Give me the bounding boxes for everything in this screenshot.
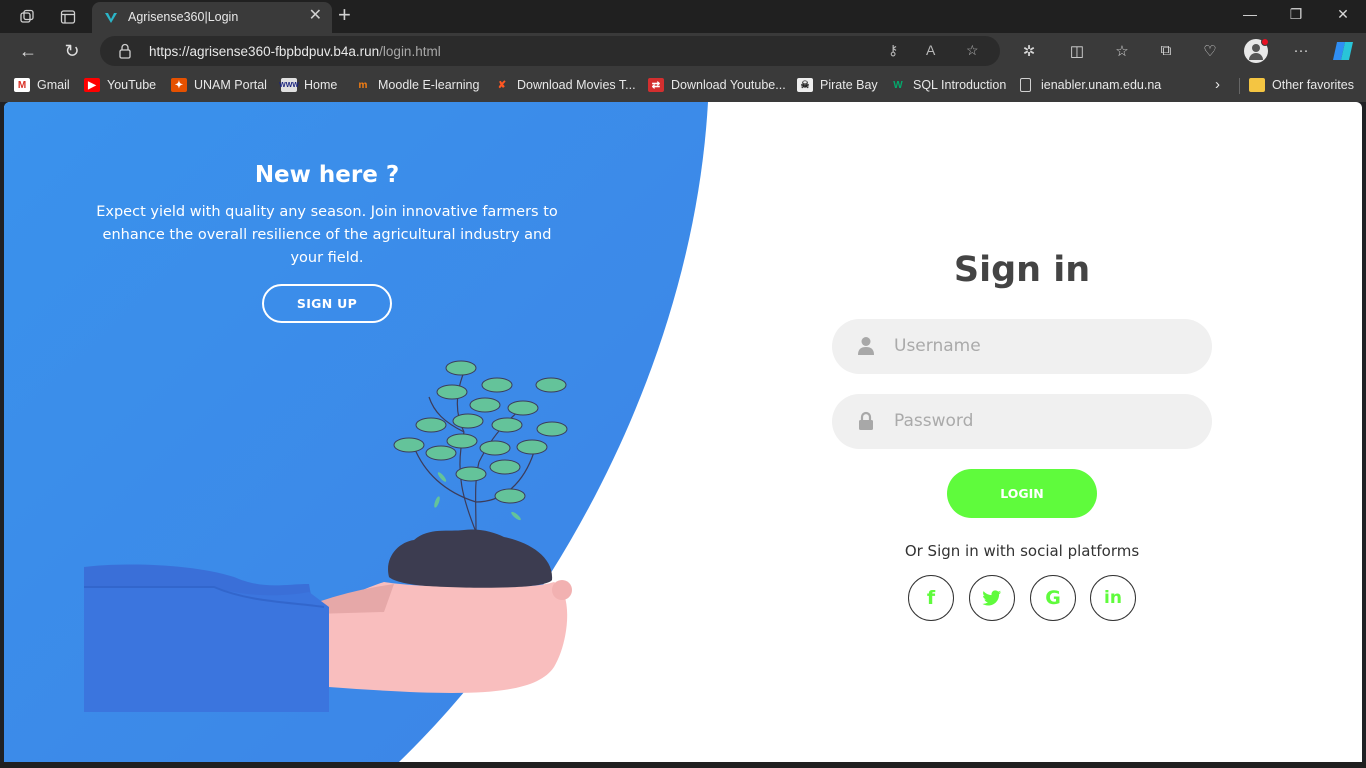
username-placeholder: Username: [894, 336, 981, 356]
new-here-title: New here ?: [254, 162, 400, 188]
site-favicon-icon: [105, 13, 117, 23]
bookmark-download-movies[interactable]: ✘ Download Movies T...: [494, 78, 636, 92]
bookmark-moodle[interactable]: m Moodle E-learning: [355, 78, 480, 92]
plant-in-hands-illustration: [84, 360, 572, 712]
new-here-panel: New here ? Expect yield with quality any…: [84, 162, 570, 323]
refresh-icon[interactable]: ↻: [61, 40, 83, 62]
sign-up-button[interactable]: SIGN UP: [262, 284, 392, 323]
bookmark-sql-introduction[interactable]: W SQL Introduction: [890, 78, 1006, 92]
bookmark-label: SQL Introduction: [913, 78, 1007, 92]
browser-titlebar: Agrisense360|Login ✕ + — ❐ ✕: [0, 0, 1366, 33]
lock-icon: [859, 411, 873, 430]
bookmark-label: Pirate Bay: [820, 78, 878, 92]
youtube-icon: ▶: [84, 78, 100, 92]
tab-title: Agrisense360|Login: [128, 10, 239, 24]
close-window-icon[interactable]: ✕: [1320, 6, 1366, 23]
copilot-icon[interactable]: [1331, 40, 1355, 62]
minimize-icon[interactable]: —: [1227, 6, 1273, 22]
user-icon: [858, 337, 874, 355]
bookmark-other-favorites[interactable]: Other favorites: [1249, 78, 1354, 92]
login-button[interactable]: LOGIN: [947, 469, 1097, 518]
favorites-icon[interactable]: ☆: [1111, 42, 1133, 60]
split-screen-icon[interactable]: ◫: [1066, 42, 1088, 60]
notification-dot: [1261, 38, 1269, 46]
collections-icon[interactable]: ⧉: [1155, 42, 1177, 59]
bookmark-label: Home: [304, 78, 338, 92]
bookmark-label: YouTube: [107, 78, 157, 92]
bookmark-home[interactable]: WWW Home: [279, 78, 338, 92]
favorite-star-icon[interactable]: ☆: [966, 42, 979, 59]
bookmark-label: ienabler.unam.edu.na: [1041, 78, 1162, 92]
restore-icon[interactable]: ❐: [1273, 6, 1319, 23]
browser-toolbar: ← ↻ https://agrisense360-fbpbdpuv.b4a.ru…: [0, 33, 1366, 69]
tab-actions-icon[interactable]: [57, 6, 79, 28]
profile-body: [1249, 53, 1263, 60]
profile-avatar[interactable]: [1244, 38, 1269, 63]
bookmark-label: UNAM Portal: [194, 78, 267, 92]
bookmark-gmail[interactable]: M Gmail: [14, 78, 70, 92]
bookmark-ienabler[interactable]: ienabler.unam.edu.na: [1020, 78, 1161, 92]
sign-in-title: Sign in: [953, 250, 1091, 290]
password-placeholder: Password: [894, 411, 974, 431]
bookmark-unam-portal[interactable]: ✦ UNAM Portal: [171, 78, 267, 92]
window-bottom-edge: [0, 762, 1366, 768]
url-text[interactable]: https://agrisense360-fbpbdpuv.b4a.run/lo…: [149, 44, 441, 59]
more-menu-icon[interactable]: ···: [1290, 42, 1312, 59]
bookmark-label: Download Youtube...: [671, 78, 786, 92]
url-host: https://agrisense360-fbpbdpuv.b4a.run: [149, 44, 380, 59]
back-icon[interactable]: ←: [17, 40, 39, 62]
more-bookmarks-chevron-icon[interactable]: ›: [1215, 76, 1220, 93]
username-field[interactable]: Username: [832, 319, 1212, 374]
twitter-icon[interactable]: [969, 575, 1015, 621]
home-icon: WWW: [279, 78, 299, 92]
lock-icon[interactable]: [118, 43, 132, 59]
page-icon: [1020, 78, 1031, 92]
new-tab-icon[interactable]: +: [338, 4, 351, 26]
new-here-description: Expect yield with quality any season. Jo…: [96, 204, 558, 266]
workspaces-icon[interactable]: [16, 6, 38, 28]
bookmark-youtube[interactable]: ▶ YouTube: [84, 78, 156, 92]
active-tab[interactable]: Agrisense360|Login ✕: [92, 2, 332, 33]
bookmark-label: Gmail: [37, 78, 70, 92]
key-icon[interactable]: ⚷: [888, 42, 898, 59]
password-field[interactable]: Password: [832, 394, 1212, 449]
gmail-icon: M: [14, 78, 30, 92]
moodle-icon: m: [358, 79, 368, 91]
linkedin-icon[interactable]: in: [1090, 575, 1136, 621]
bookmark-pirate-bay[interactable]: ☠ Pirate Bay: [797, 78, 878, 92]
folder-icon: [1249, 78, 1265, 92]
browser-essentials-icon[interactable]: ♡: [1199, 42, 1221, 60]
profile-head: [1252, 44, 1260, 52]
bookmark-label: Moodle E-learning: [378, 78, 480, 92]
google-icon[interactable]: G: [1030, 575, 1076, 621]
bookmark-download-youtube[interactable]: ⇄ Download Youtube...: [648, 78, 786, 92]
close-tab-icon[interactable]: ✕: [309, 8, 322, 24]
address-bar[interactable]: https://agrisense360-fbpbdpuv.b4a.run/lo…: [100, 36, 1000, 66]
read-aloud-icon[interactable]: A: [926, 42, 935, 58]
bookmark-label: Download Movies T...: [517, 78, 636, 92]
bookmarks-divider: [1239, 78, 1240, 94]
download-icon: ⇄: [648, 78, 664, 92]
facebook-icon[interactable]: f: [908, 575, 954, 621]
piratebay-icon: ☠: [797, 78, 813, 92]
unam-icon: ✦: [171, 78, 187, 92]
bookmark-label: Other favorites: [1272, 78, 1354, 92]
web-page: New here ? Expect yield with quality any…: [4, 102, 1362, 762]
bookmarks-bar: M Gmail ▶ YouTube ✦ UNAM Portal WWW Home m Mo…: [0, 69, 1366, 102]
w3-icon: W: [893, 79, 903, 91]
extensions-icon[interactable]: ✲: [1018, 42, 1040, 60]
social-platforms-text: Or Sign in with social platforms: [904, 542, 1140, 560]
movies-icon: ✘: [497, 79, 507, 91]
url-path: /login.html: [379, 44, 441, 59]
